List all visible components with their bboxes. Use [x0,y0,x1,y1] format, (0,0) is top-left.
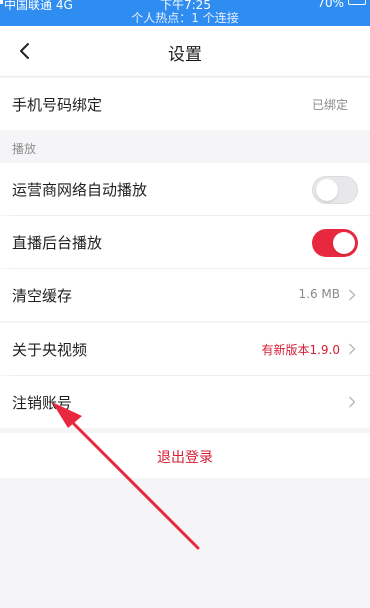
nav-bar: 设置 [0,26,370,77]
auto-play-cellular-label: 运营商网络自动播放 [12,181,148,199]
chevron-right-icon [349,396,356,408]
cache-size: 1.6 MB [298,287,340,301]
signal-icon [0,0,3,4]
live-background-row: 直播后台播放 [0,216,370,268]
status-bar: 中国联通 4G 下午7:25 70% 个人热点：1 个连接 [0,0,370,26]
cancel-account-row[interactable]: 注销账号 [0,376,370,428]
chevron-right-icon [349,289,356,301]
toggle-knob [316,179,338,201]
section-header-label: 播放 [12,142,37,156]
about-label: 关于央视频 [12,341,88,359]
page-title: 设置 [168,45,202,65]
auto-play-cellular-row: 运营商网络自动播放 [0,163,370,215]
live-background-toggle[interactable] [312,229,358,257]
battery-icon [348,0,366,5]
toggle-knob [333,232,355,254]
phone-binding-status: 已绑定 [311,98,348,112]
live-background-label: 直播后台播放 [12,234,103,252]
logout-label: 退出登录 [157,450,213,466]
cancel-account-label: 注销账号 [12,394,73,412]
hotspot-status: 个人热点：1 个连接 [131,11,239,25]
phone-binding-row[interactable]: 手机号码绑定 已绑定 [0,78,370,130]
chevron-right-icon [349,343,356,355]
logout-button[interactable]: 退出登录 [0,433,370,478]
auto-play-cellular-toggle[interactable] [312,176,358,204]
new-version-badge: 有新版本1.9.0 [261,343,340,357]
about-row[interactable]: 关于央视频 有新版本1.9.0 [0,323,370,375]
phone-binding-label: 手机号码绑定 [12,96,103,114]
clear-cache-row[interactable]: 清空缓存 1.6 MB [0,269,370,321]
section-header-playback: 播放 [0,131,370,163]
clear-cache-label: 清空缓存 [12,287,73,305]
